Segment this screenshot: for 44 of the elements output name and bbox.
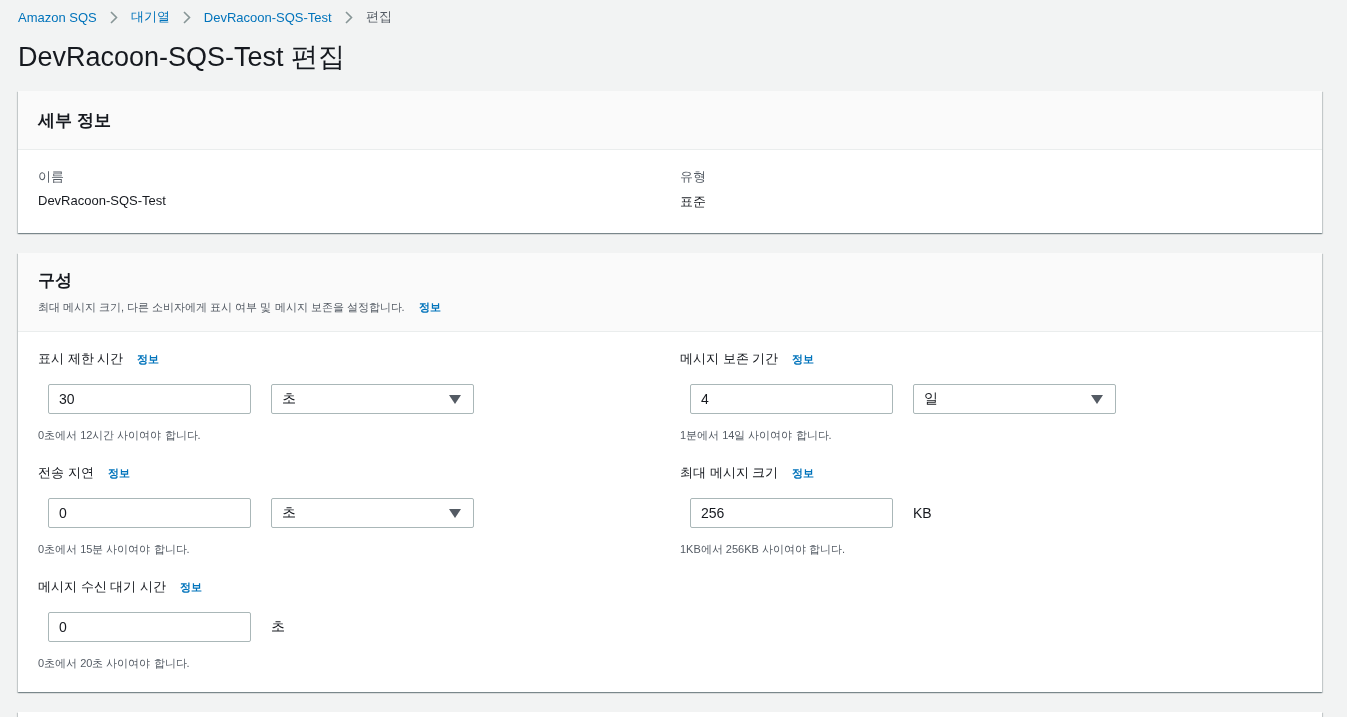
info-link[interactable]: 정보 [792,351,815,367]
field-label: 표시 제한 시간 [38,350,124,368]
field-value: DevRacoon-SQS-Test [38,193,167,210]
page-title: DevRacoon-SQS-Test 편집 [18,41,347,74]
field-label: 전송 지연 [38,464,94,482]
breadcrumb-link[interactable]: 대기열 [130,8,170,26]
card-title: 구성 [38,270,73,292]
chevron-icon [344,10,353,24]
field-label: 메시지 보존 기간 [680,350,779,368]
input-field[interactable]: 30 [48,384,251,414]
info-link[interactable]: 정보 [179,579,202,595]
unit-label: 초 [271,618,285,636]
chevron-icon [109,10,118,24]
field-value: 표준 [680,193,707,211]
unit-select[interactable]: 초 [271,498,474,528]
unit-select[interactable]: 초 [271,384,474,414]
hint-text: 1분에서 14일 사이여야 합니다. [680,428,833,443]
card-title: 세부 정보 [38,109,112,132]
hint-text: 1KB에서 256KB 사이여야 합니다. [680,542,847,557]
input-field[interactable]: 256 [690,498,893,528]
field-label: 최대 메시지 크기 [680,464,779,482]
caret-icon [1091,394,1103,404]
input-field[interactable]: 4 [690,384,893,414]
breadcrumb-link[interactable]: DevRacoon-SQS-Test [203,9,332,25]
info-link[interactable]: 정보 [792,465,815,481]
field-label: 이름 [38,168,65,184]
card-description: 최대 메시지 크기, 다른 소비자에게 표시 여부 및 메시지 보존을 설정합니다. [38,300,405,315]
breadcrumb-link[interactable]: Amazon SQS [18,9,97,25]
info-link[interactable]: 정보 [418,300,441,315]
info-link[interactable]: 정보 [107,465,130,481]
input-field[interactable]: 0 [48,612,251,642]
hint-text: 0초에서 15분 사이여야 합니다. [38,542,191,557]
unit-select[interactable]: 일 [913,384,1116,414]
caret-icon [449,508,461,518]
input-field[interactable]: 0 [48,498,251,528]
field-label: 메시지 수신 대기 시간 [38,578,166,596]
unit-label: KB [913,505,932,521]
hint-text: 0초에서 12시간 사이여야 합니다. [38,428,202,443]
breadcrumb-current: 편집 [365,8,392,26]
hint-text: 0초에서 20초 사이여야 합니다. [38,656,191,671]
chevron-icon [182,10,191,24]
caret-icon [449,394,461,404]
field-label: 유형 [680,168,707,184]
info-link[interactable]: 정보 [137,351,160,367]
